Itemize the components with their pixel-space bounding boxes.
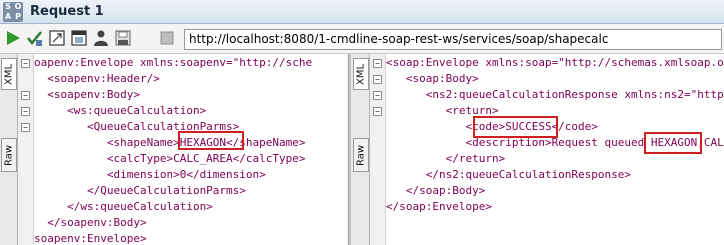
code-line: oapenv:Envelope xmlns:soapenv="http://sc… — [34, 56, 313, 69]
soap-logo-icon: S O A P — [3, 2, 23, 22]
save-icon[interactable] — [114, 29, 132, 47]
fold-toggle[interactable]: − — [373, 75, 382, 84]
code-line: <shapeName>HEXAGON</shapeName> — [34, 136, 306, 149]
code-line: </soap:Envelope> — [386, 200, 492, 213]
code-line: <ns2:queueCalculationResponse xmlns:ns2=… — [386, 88, 724, 101]
code-line: soapenv:Envelope> — [34, 232, 147, 245]
fold-toggle[interactable]: − — [21, 91, 30, 100]
code-line: </QueueCalculationParms> — [34, 184, 246, 197]
title-bar: S O A P Request 1 — [0, 0, 724, 24]
code-line: <calcType>CALC_AREA</calcType> — [34, 152, 306, 165]
fold-toggle[interactable]: − — [21, 107, 30, 116]
tab-xml[interactable]: XML — [353, 58, 369, 90]
fold-toggle[interactable]: − — [373, 107, 382, 116]
fold-toggle[interactable]: − — [21, 123, 30, 132]
highlight-box-hexagon-request — [178, 131, 244, 150]
window-title: Request 1 — [30, 4, 104, 19]
code-line: <soapenv:Header/> — [34, 72, 160, 85]
code-line: <soapenv:Body> — [34, 88, 140, 101]
left-view-tabs: XML Raw — [0, 54, 18, 245]
code-line: </soapenv:Body> — [34, 216, 147, 229]
logo-letter: S — [5, 2, 11, 11]
code-line: </soap:Body> — [386, 184, 486, 197]
code-line: <soap:Body> — [386, 72, 479, 85]
code-line: <ws:queueCalculation> — [34, 104, 207, 117]
right-view-tabs: XML Raw — [352, 54, 370, 245]
endpoint-url-input[interactable]: http://localhost:8080/1-cmdline-soap-res… — [184, 29, 722, 50]
stop-icon[interactable] — [158, 29, 176, 47]
user-icon[interactable] — [92, 29, 110, 47]
code-line: </ws:queueCalculation> — [34, 200, 213, 213]
fold-toggle[interactable]: − — [373, 91, 382, 100]
logo-letter: O — [14, 2, 22, 11]
code-line: <soap:Envelope xmlns:soap="http://schema… — [386, 56, 724, 69]
submit-all-icon[interactable] — [26, 29, 44, 47]
tab-raw[interactable]: Raw — [1, 138, 17, 172]
fold-toggle[interactable]: − — [21, 59, 30, 68]
code-line: </ns2:queueCalculationResponse> — [386, 168, 632, 181]
left-editor-gutter: − − − − — [18, 54, 34, 245]
highlight-box-hexagon-response — [644, 132, 702, 154]
run-icon[interactable] — [4, 29, 22, 47]
right-editor-gutter: − − − − — [370, 54, 386, 245]
new-window-icon[interactable] — [70, 29, 88, 47]
logo-letter: P — [15, 12, 21, 21]
highlight-box-success — [473, 116, 558, 138]
code-line: <dimension>0</dimension> — [34, 168, 266, 181]
fold-toggle[interactable]: − — [373, 59, 382, 68]
code-line: </return> — [386, 152, 506, 165]
tab-raw[interactable]: Raw — [353, 138, 369, 172]
logo-letter: A — [4, 12, 12, 21]
request-toolbar: http://localhost:8080/1-cmdline-soap-res… — [0, 24, 724, 54]
tab-xml[interactable]: XML — [1, 58, 17, 90]
expand-icon[interactable] — [48, 29, 66, 47]
